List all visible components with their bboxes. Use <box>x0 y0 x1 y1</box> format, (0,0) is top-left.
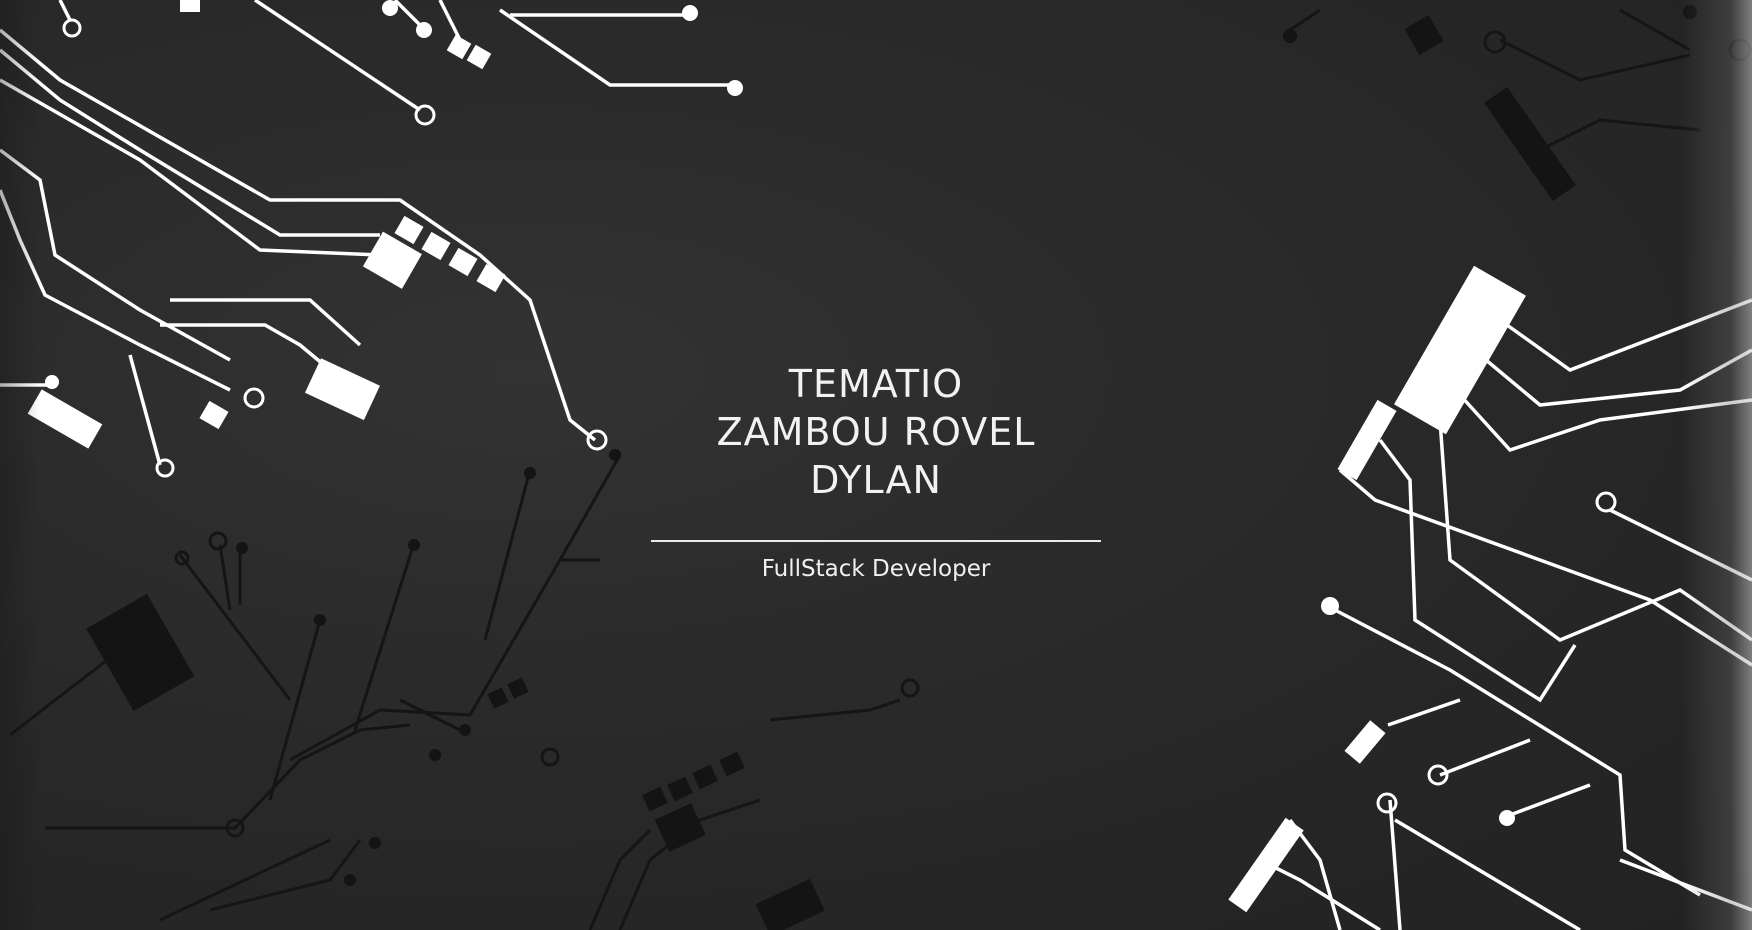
hero-content: TEMATIO ZAMBOU ROVEL DYLAN FullStack Dev… <box>0 360 1752 584</box>
name-line-2: ZAMBOU ROVEL <box>716 410 1036 454</box>
job-title: FullStack Developer <box>761 556 991 582</box>
hero-section: TEMATIO ZAMBOU ROVEL DYLAN FullStack Dev… <box>0 0 1752 930</box>
name-line-1: TEMATIO <box>788 362 964 406</box>
developer-name: TEMATIO ZAMBOU ROVEL DYLAN <box>0 360 1752 504</box>
title-divider <box>651 540 1101 542</box>
name-line-3: DYLAN <box>810 458 942 502</box>
